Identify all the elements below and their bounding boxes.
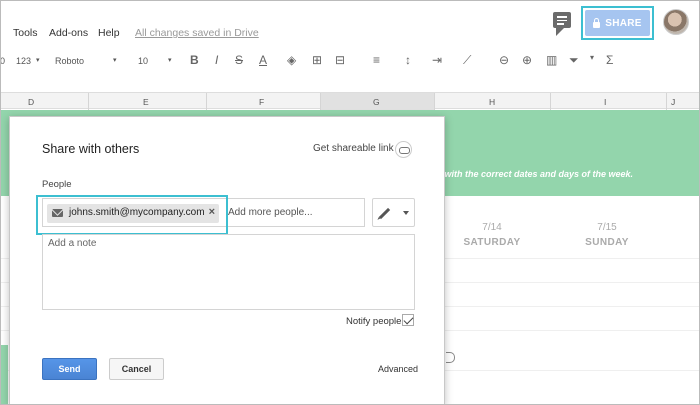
day-date: 7/14 [482, 222, 502, 233]
menu-tools[interactable]: Tools [13, 27, 38, 39]
share-dialog: Share with others Get shareable link Peo… [9, 116, 445, 405]
send-button[interactable]: Send [42, 358, 97, 380]
font-family-caret-icon[interactable]: ▾ [113, 56, 117, 64]
band-instruction-text: odate with the correct dates and days of… [418, 169, 634, 179]
menu-add-ons[interactable]: Add-ons [49, 27, 88, 39]
align-left-icon[interactable]: ≡ [373, 53, 380, 67]
column-header-d[interactable]: D [28, 97, 34, 107]
strikethrough-button[interactable]: S [235, 53, 243, 67]
text-wrap-icon[interactable]: ⇥ [432, 53, 442, 67]
vertical-align-icon[interactable]: ↕ [405, 53, 411, 67]
save-status-link[interactable]: All changes saved in Drive [135, 27, 259, 39]
chevron-down-icon [403, 211, 409, 218]
day-name: SATURDAY [463, 237, 521, 248]
day-date: 7/15 [597, 222, 617, 233]
notify-people-checkbox[interactable] [402, 314, 414, 326]
cancel-button[interactable]: Cancel [109, 358, 164, 380]
font-size-caret-icon[interactable]: ▾ [168, 56, 172, 64]
insert-comment-icon[interactable]: ⊕ [522, 53, 532, 67]
notify-people-label: Notify people [346, 316, 402, 327]
number-format-caret-icon[interactable]: ▾ [36, 56, 40, 64]
bold-button[interactable]: B [190, 53, 199, 67]
note-placeholder: Add a note [48, 238, 97, 249]
note-textarea[interactable] [42, 234, 415, 310]
merge-cells-icon[interactable]: ⊟ [335, 53, 345, 67]
filter-caret-icon[interactable]: ▾ [590, 53, 594, 62]
day-name: SUNDAY [585, 237, 629, 248]
toolbar-fragment: 0 [0, 56, 6, 66]
column-header-g[interactable]: G [373, 97, 380, 107]
column-header-i[interactable]: I [604, 97, 606, 107]
insert-chart-icon[interactable]: ▥ [546, 53, 557, 67]
share-button-label: SHARE [605, 17, 642, 29]
pencil-icon [378, 207, 391, 220]
borders-icon[interactable]: ⊞ [312, 53, 322, 67]
comments-icon[interactable] [553, 12, 571, 36]
avatar[interactable] [663, 9, 689, 35]
link-icon[interactable] [395, 141, 412, 158]
functions-button[interactable]: Σ [606, 53, 613, 67]
italic-button[interactable]: I [215, 53, 218, 67]
column-header-h[interactable]: H [489, 97, 495, 107]
lock-icon [593, 18, 601, 28]
recipient-chip-highlight [36, 195, 228, 235]
font-family-select[interactable]: Roboto [55, 56, 84, 66]
filter-icon[interactable]: ⏷ [569, 53, 579, 68]
font-size-select[interactable]: 10 [138, 56, 148, 66]
people-label: People [42, 179, 72, 190]
column-header-j[interactable]: J [671, 97, 675, 107]
fill-color-icon[interactable]: ◈ [287, 53, 296, 67]
number-format-button[interactable]: 123 [16, 56, 31, 66]
add-people-input[interactable]: Add more people... [228, 207, 313, 218]
column-header-e[interactable]: E [143, 97, 149, 107]
advanced-link[interactable]: Advanced [378, 364, 418, 374]
column-headers: D E F G H I J [0, 92, 700, 110]
permission-dropdown-button[interactable] [372, 198, 415, 227]
insert-link-icon[interactable]: ⊖ [499, 53, 509, 67]
text-color-button[interactable]: A [259, 53, 267, 67]
menu-help[interactable]: Help [98, 27, 120, 39]
column-header-f[interactable]: F [259, 97, 264, 107]
formatting-toolbar: 0 123 ▾ Roboto ▾ 10 ▾ B I S A ◈ ⊞ ⊟ ≡ ↕ … [0, 47, 700, 75]
get-shareable-link[interactable]: Get shareable link [313, 143, 394, 154]
text-rotation-icon[interactable]: ⟋ [463, 53, 471, 68]
share-button[interactable]: SHARE [585, 10, 650, 36]
left-green-cell [0, 345, 8, 405]
dialog-title: Share with others [42, 142, 140, 156]
menu-bar: Tools Add-ons Help All changes saved in … [0, 0, 700, 44]
partial-sheet-icon [446, 352, 455, 363]
